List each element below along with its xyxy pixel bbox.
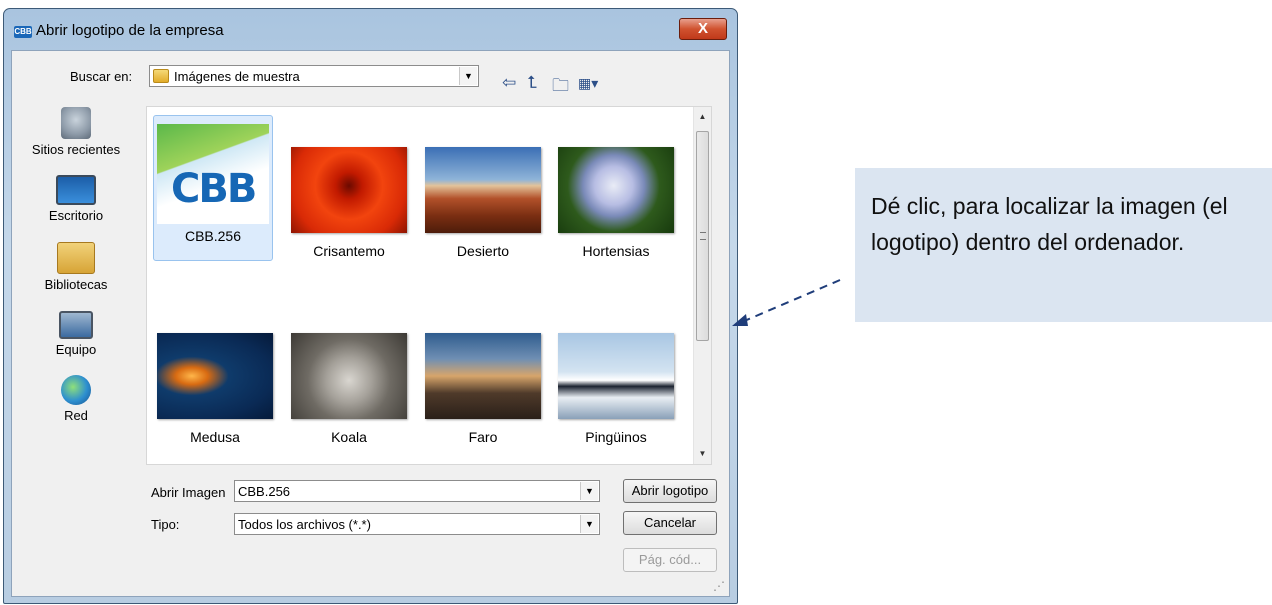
filename-input[interactable]: CBB.256 ▼ [234,480,600,502]
file-name: Koala [331,429,367,445]
new-folder-icon[interactable]: 🗀 [552,73,569,102]
file-name: Crisantemo [313,243,385,259]
thumbnail-pinguinos [558,333,674,419]
file-name: Hortensias [582,243,650,259]
dialog-body: Buscar en: Imágenes de muestra ▼ ⇦ ⮤ 🗀 ▦… [11,50,730,597]
lookin-label: Buscar en: [70,69,133,84]
chevron-down-icon[interactable]: ▼ [580,482,598,500]
chevron-down-icon[interactable]: ▼ [459,67,477,85]
dialog-title: Abrir logotipo de la empresa [36,22,224,39]
folder-icon [153,69,169,83]
file-name: Faro [468,429,498,445]
filename-label: Abrir Imagen [151,485,226,500]
app-icon: CBB [14,26,32,38]
back-arrow-icon[interactable]: ⇦ [502,73,516,93]
place-label: Equipo [55,342,97,357]
file-name: CBB.256 [184,228,242,244]
title-bar[interactable]: CBB Abrir logotipo de la empresa X [4,9,737,49]
place-libraries[interactable]: Bibliotecas [12,242,140,292]
lookin-value: Imágenes de muestra [174,69,300,84]
vertical-scrollbar[interactable]: ▲ ▼ [693,107,711,464]
file-name: Medusa [190,429,240,445]
view-menu-icon[interactable]: ▦▾ [578,75,598,92]
place-desktop[interactable]: Escritorio [12,175,140,223]
resize-grip-icon[interactable]: ⋰ [713,579,725,593]
scroll-up-icon[interactable]: ▲ [694,109,711,125]
place-label: Bibliotecas [44,277,108,292]
thumbnail-crisantemo [291,147,407,233]
cbb-logo-text: CBB [171,166,257,212]
open-logo-dialog: CBB Abrir logotipo de la empresa X Busca… [3,8,738,604]
file-item-crisantemo[interactable]: Crisantemo [289,147,409,259]
thumbnail-medusa [157,333,273,419]
computer-icon [59,311,93,339]
place-recent[interactable]: Sitios recientes [12,107,140,157]
thumbnail-faro [425,333,541,419]
place-computer[interactable]: Equipo [12,311,140,357]
thumbnail-cbb: CBB [157,124,269,224]
arrow-head [732,314,748,326]
cancel-button[interactable]: Cancelar [623,511,717,535]
filetype-label: Tipo: [151,517,180,532]
file-name: Desierto [456,243,510,259]
filetype-value: Todos los archivos (*.*) [238,517,371,532]
network-icon [61,375,91,405]
file-item-hortensias[interactable]: Hortensias [556,147,676,259]
file-item-desierto[interactable]: Desierto [423,147,543,259]
lookin-combo[interactable]: Imágenes de muestra ▼ [149,65,479,87]
filename-value: CBB.256 [238,484,291,499]
place-label: Red [64,408,88,423]
codepage-button: Pág. cód... [623,548,717,572]
pointer-arrow [732,279,841,326]
callout-text: Dé clic, para localizar la imagen (el lo… [871,193,1228,255]
chevron-down-icon[interactable]: ▼ [580,515,598,533]
thumbnail-desierto [425,147,541,233]
file-item-cbb[interactable]: CBB CBB.256 [153,115,273,261]
file-item-faro[interactable]: Faro [423,333,543,445]
file-item-pinguinos[interactable]: Pingüinos [556,333,676,445]
place-network[interactable]: Red [12,375,140,423]
arrow-line [741,279,841,323]
open-logo-button[interactable]: Abrir logotipo [623,479,717,503]
thumbnail-hortensias [558,147,674,233]
file-item-koala[interactable]: Koala [289,333,409,445]
scroll-thumb[interactable] [696,131,709,341]
libraries-icon [57,242,95,274]
thumbnail-koala [291,333,407,419]
up-folder-icon[interactable]: ⮤ [527,73,537,93]
scroll-down-icon[interactable]: ▼ [694,446,711,462]
place-label: Escritorio [48,208,104,223]
file-list-view[interactable]: CBB CBB.256 Crisantemo Desierto Hortensi… [146,106,712,465]
file-name: Pingüinos [585,429,647,445]
place-label: Sitios recientes [31,142,121,157]
grip-icon [700,232,706,240]
close-button[interactable]: X [679,18,727,40]
file-item-medusa[interactable]: Medusa [155,333,275,445]
recent-places-icon [61,107,91,139]
callout-box: Dé clic, para localizar la imagen (el lo… [855,168,1272,322]
filetype-select[interactable]: Todos los archivos (*.*) ▼ [234,513,600,535]
desktop-icon [56,175,96,205]
